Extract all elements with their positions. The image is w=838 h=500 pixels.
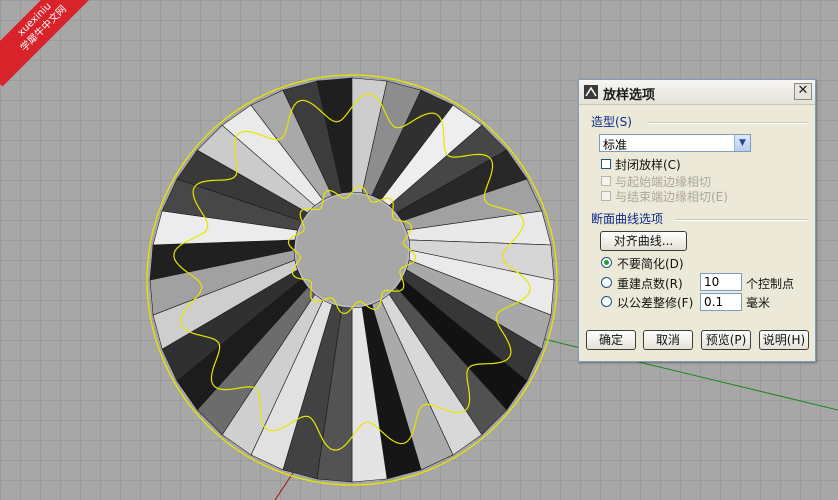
center-hole [296,194,408,306]
preview-button[interactable]: 预览(P) [701,330,751,350]
close-icon: ✕ [797,83,809,98]
loft-icon [584,85,598,99]
closed-loft-label: 封闭放样(C) [615,158,681,172]
rebuild-count-input[interactable]: 10 [700,273,742,291]
refit-radio[interactable] [601,296,612,307]
no-simplify-label: 不要简化(D) [617,257,684,271]
rebuild-radio[interactable] [601,277,612,288]
refit-tolerance-input[interactable]: 0.1 [700,293,742,311]
dialog-title: 放样选项 [603,88,656,103]
shape-group-divider [649,122,807,124]
section-group-divider [675,219,807,221]
ok-button[interactable]: 确定 [586,330,636,350]
dialog-titlebar[interactable]: 放样选项 ✕ [579,80,815,105]
no-simplify-radio[interactable] [601,257,612,268]
refit-unit-label: 毫米 [746,296,771,310]
end-tangent-label: 与结束端边缘相切(E) [615,190,728,204]
rebuild-unit-label: 个控制点 [746,277,795,291]
chevron-down-icon[interactable]: ▼ [734,135,750,151]
start-tangent-checkbox[interactable] [601,176,611,186]
closed-loft-checkbox[interactable] [601,159,611,169]
loft-options-dialog: 放样选项 ✕ 造型(S) 标准 ▼ 封闭放样(C) 与起始端边缘相切 与结束端边… [578,79,816,362]
close-button[interactable]: ✕ [794,83,812,100]
section-group-label: 断面曲线选项 [591,212,664,226]
rebuild-label: 重建点数(R) [617,277,683,291]
help-button[interactable]: 说明(H) [759,330,809,350]
style-select-value: 标准 [603,138,628,152]
style-select[interactable]: 标准 ▼ [599,134,751,152]
refit-label: 以公差整修(F) [617,296,694,310]
cancel-button[interactable]: 取消 [643,330,693,350]
end-tangent-checkbox[interactable] [601,191,611,201]
align-curves-button[interactable]: 对齐曲线... [600,231,687,251]
shape-group-label: 造型(S) [591,115,632,129]
